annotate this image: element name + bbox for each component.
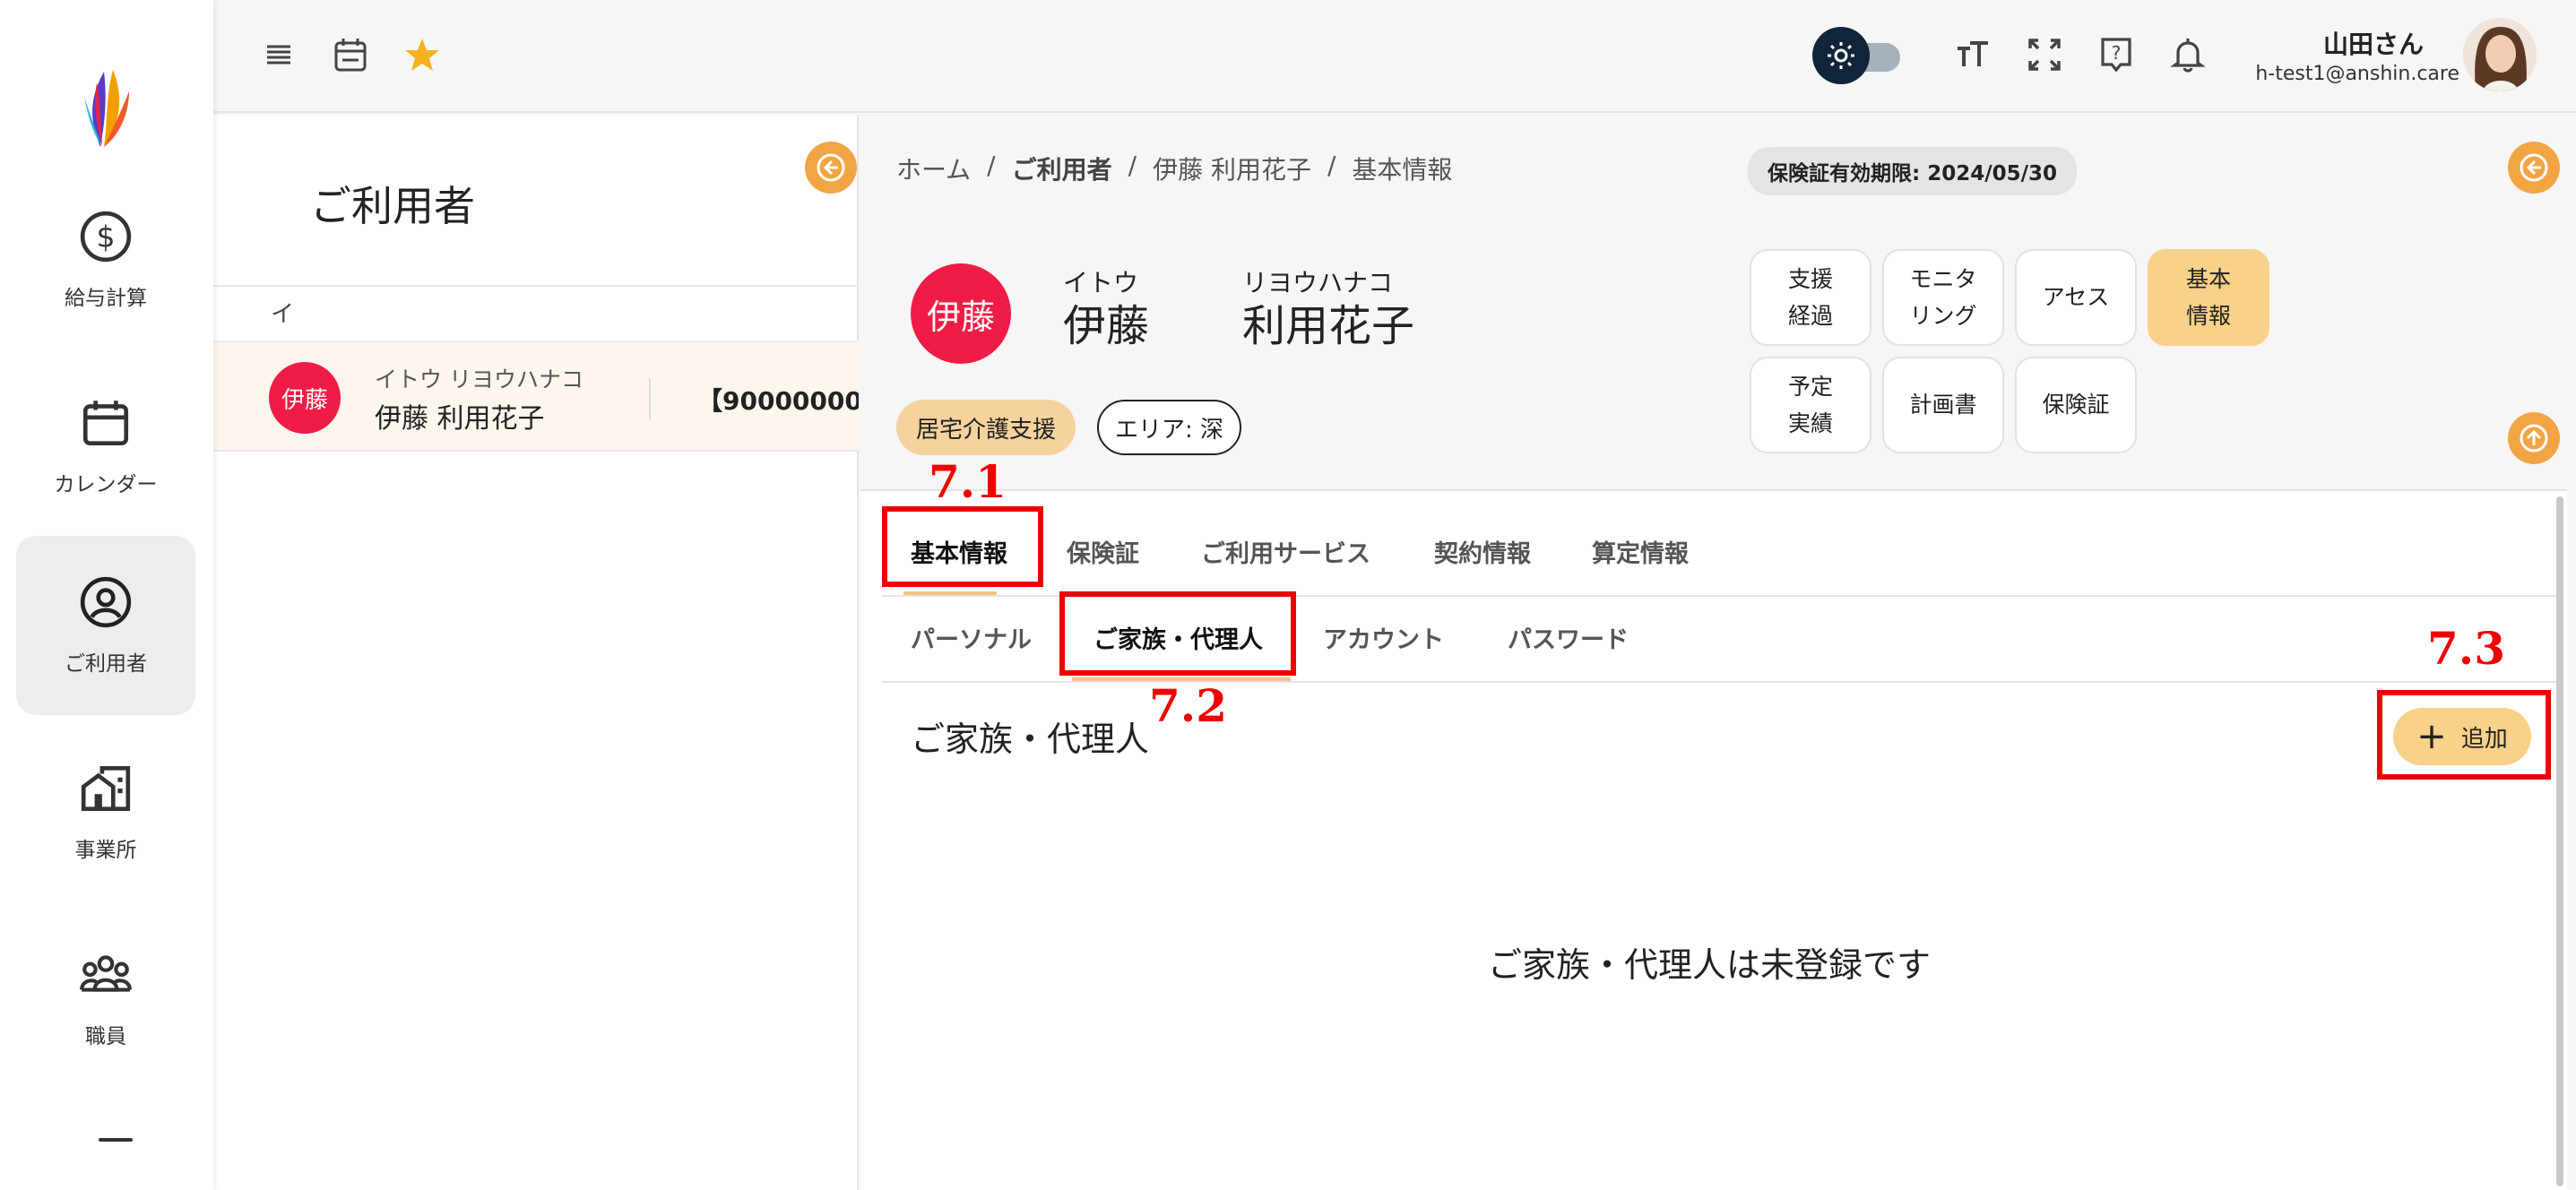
insurance-card-button[interactable]: 保険証 bbox=[2015, 357, 2137, 453]
tab-services[interactable]: ご利用サービス bbox=[1201, 534, 1370, 569]
section-title: ご家族・代理人 bbox=[911, 720, 1150, 759]
svg-text:$: $ bbox=[96, 219, 115, 254]
breadcrumb: ホーム / ご利用者 / 伊藤 利用花子 / 基本情報 bbox=[896, 151, 1452, 186]
fullscreen-icon[interactable] bbox=[2024, 34, 2065, 75]
nav-item-label: 事業所 bbox=[74, 839, 137, 862]
subtab-password[interactable]: パスワード bbox=[1508, 620, 1629, 655]
care-plan-button[interactable]: 計画書 bbox=[1882, 357, 2004, 453]
empty-state-message: ご家族・代理人は未登録です bbox=[1488, 945, 1932, 985]
app-logo[interactable] bbox=[77, 65, 136, 151]
calendar-icon[interactable] bbox=[330, 34, 371, 75]
tab-calculation[interactable]: 算定情報 bbox=[1592, 534, 1689, 569]
basic-info-button[interactable]: 基本 情報 bbox=[2148, 249, 2269, 346]
group-icon bbox=[80, 955, 132, 992]
collapse-list-button[interactable] bbox=[805, 142, 857, 194]
monitoring-button[interactable]: モニタ リング bbox=[1882, 249, 2004, 346]
nav-item-label: 職員 bbox=[85, 1025, 126, 1048]
user-initial-badge: 伊藤 bbox=[911, 263, 1011, 364]
list-item[interactable]: 伊藤 イトウ リヨウハナコ 伊藤 利用花子 【9000000099 bbox=[213, 341, 859, 452]
tab-contract[interactable]: 契約情報 bbox=[1434, 534, 1531, 569]
help-icon[interactable]: ? bbox=[2096, 34, 2137, 75]
arrow-left-icon bbox=[2520, 153, 2548, 182]
user-email: h-test1@anshin.care bbox=[2255, 63, 2459, 85]
user-name: 伊藤 利用花子 bbox=[375, 403, 545, 435]
list-divider bbox=[213, 285, 859, 287]
support-history-button[interactable]: 支援 経過 bbox=[1750, 249, 1871, 346]
menu-icon[interactable] bbox=[258, 34, 299, 75]
user-kana: イトウ リヨウハナコ bbox=[375, 366, 583, 392]
building-icon bbox=[81, 765, 131, 812]
nav-item-users[interactable]: ご利用者 bbox=[16, 536, 195, 715]
theme-toggle[interactable] bbox=[1812, 27, 1902, 84]
annotation-label-7-1: 7.1 bbox=[929, 455, 1007, 508]
nav-item-label: カレンダー bbox=[54, 473, 158, 496]
user-initial-badge: 伊藤 bbox=[269, 362, 341, 434]
group-letter: イ bbox=[271, 301, 295, 328]
assessment-button[interactable]: アセス bbox=[2015, 249, 2137, 346]
subtab-account[interactable]: アカウント bbox=[1323, 620, 1444, 655]
user-name: 山田さん bbox=[2322, 30, 2424, 59]
annotation-box-7-3 bbox=[2377, 690, 2551, 780]
arrow-up-icon bbox=[2520, 424, 2548, 453]
nav-more-indicator bbox=[99, 1138, 133, 1142]
breadcrumb-user[interactable]: 伊藤 利用花子 bbox=[1153, 151, 1311, 186]
nav-item-payroll[interactable]: $ 給与計算 bbox=[16, 170, 195, 349]
top-bar: ? 山田さん h-test1@anshin.care bbox=[213, 0, 2576, 113]
breadcrumb-users[interactable]: ご利用者 bbox=[1012, 151, 1112, 186]
breadcrumb-current: 基本情報 bbox=[1352, 155, 1453, 185]
bell-icon[interactable] bbox=[2167, 34, 2209, 75]
user-id: 【9000000099 bbox=[697, 386, 859, 416]
user-circle-icon bbox=[80, 576, 132, 628]
insurance-expiry-badge: 保険証有効期限: 2024/05/30 bbox=[1748, 147, 2078, 195]
tab-insurance[interactable]: 保険証 bbox=[1067, 534, 1139, 569]
breadcrumb-separator: / bbox=[1327, 151, 1336, 180]
annotation-box-7-1 bbox=[882, 506, 1043, 587]
care-type-chip: 居宅介護支援 bbox=[896, 400, 1076, 455]
first-name: 利用花子 bbox=[1242, 301, 1415, 351]
arrow-left-icon bbox=[817, 153, 845, 182]
dollar-circle-icon: $ bbox=[80, 211, 132, 263]
user-list-panel: ご利用者 イ 伊藤 イトウ リヨウハナコ 伊藤 利用花子 【9000000099 bbox=[213, 115, 859, 1190]
nav-item-staff[interactable]: 職員 bbox=[16, 909, 195, 1088]
nav-item-label: ご利用者 bbox=[65, 652, 147, 676]
nav-item-calendar[interactable]: カレンダー bbox=[16, 357, 195, 536]
svg-text:?: ? bbox=[2112, 42, 2122, 64]
breadcrumb-home[interactable]: ホーム bbox=[896, 151, 971, 186]
area-chip: エリア: 深 bbox=[1097, 400, 1242, 455]
schedule-results-button[interactable]: 予定 実績 bbox=[1750, 357, 1871, 453]
sun-icon bbox=[1812, 27, 1870, 84]
star-icon[interactable] bbox=[402, 34, 443, 75]
last-name: 伊藤 bbox=[1063, 301, 1150, 351]
nav-item-label: 給与計算 bbox=[65, 287, 147, 310]
breadcrumb-separator: / bbox=[987, 151, 996, 180]
calendar-icon bbox=[82, 401, 129, 446]
scroll-top-button[interactable] bbox=[2508, 412, 2560, 464]
row-separator bbox=[649, 378, 651, 419]
annotation-box-7-2 bbox=[1059, 591, 1296, 676]
subtab-divider bbox=[882, 681, 2558, 683]
annotation-label-7-3: 7.3 bbox=[2427, 622, 2505, 675]
subtab-personal[interactable]: パーソナル bbox=[911, 620, 1032, 655]
text-size-icon[interactable] bbox=[1952, 34, 1993, 75]
nav-item-offices[interactable]: 事業所 bbox=[16, 722, 195, 901]
left-nav: $ 給与計算 カレンダー ご利用者 事業所 職員 bbox=[0, 0, 213, 1190]
breadcrumb-separator: / bbox=[1128, 151, 1137, 180]
scrollbar[interactable] bbox=[2556, 496, 2563, 1186]
avatar[interactable] bbox=[2463, 18, 2537, 91]
page-title: ご利用者 bbox=[310, 182, 475, 230]
annotation-label-7-2: 7.2 bbox=[1149, 679, 1227, 732]
back-button[interactable] bbox=[2508, 142, 2560, 194]
